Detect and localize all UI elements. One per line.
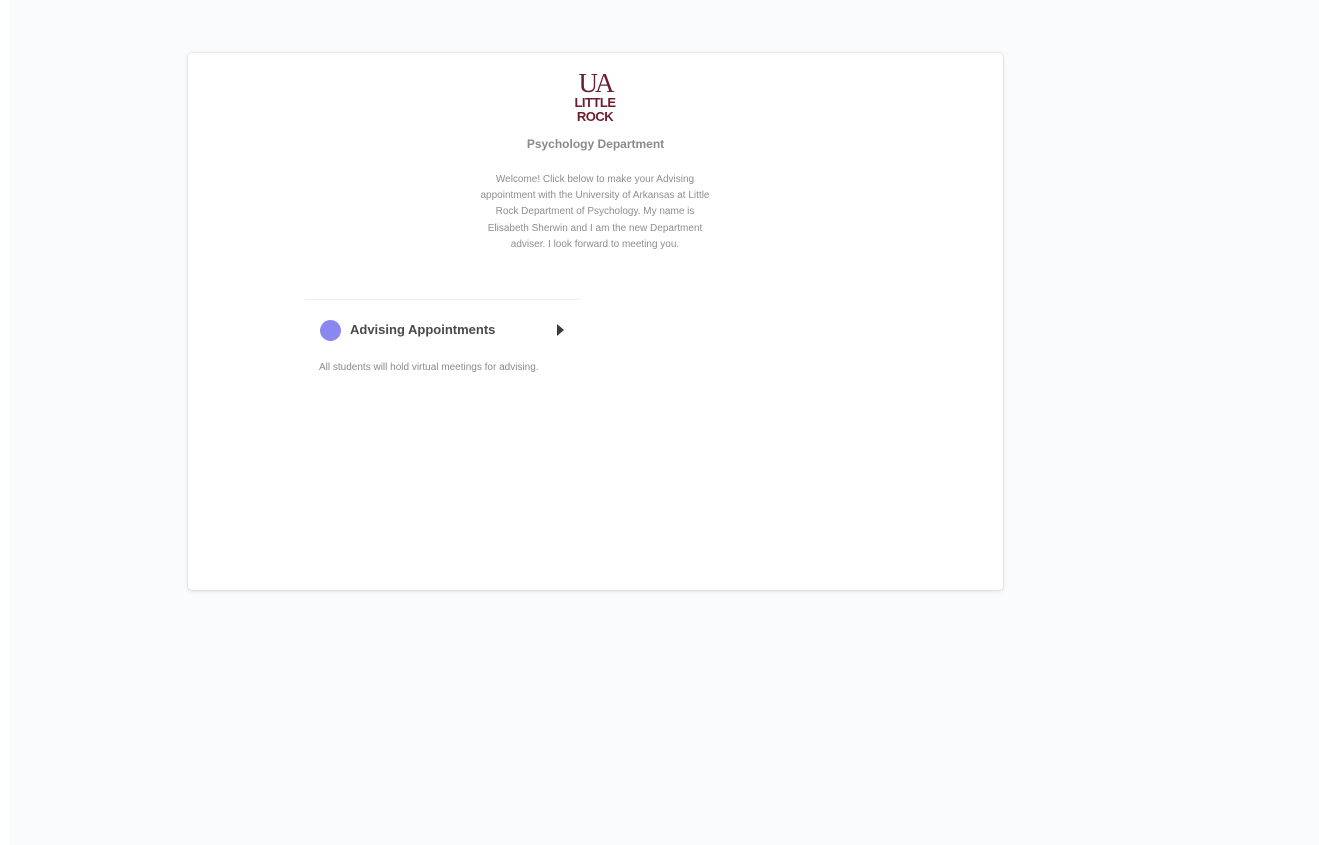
ua-little-rock-logo: UA LITTLE ROCK <box>573 70 617 122</box>
logo-ua-text: UA <box>578 70 615 98</box>
event-description: All students will hold virtual meetings … <box>319 362 539 373</box>
page-title: Psychology Department <box>526 137 665 151</box>
event-color-dot <box>320 320 341 341</box>
event-type-advising-appointments[interactable]: Advising Appointments <box>305 315 580 347</box>
logo-rock-text: ROCK <box>576 109 614 123</box>
welcome-message: Welcome! Click below to make your Advisi… <box>480 174 710 250</box>
divider <box>305 299 580 300</box>
event-name: Advising Appointments <box>350 322 496 337</box>
caret-right-icon <box>557 324 564 336</box>
scheduling-card: UA LITTLE ROCK Psychology Department Wel… <box>188 53 1003 590</box>
logo-little-text: LITTLE <box>574 95 616 110</box>
